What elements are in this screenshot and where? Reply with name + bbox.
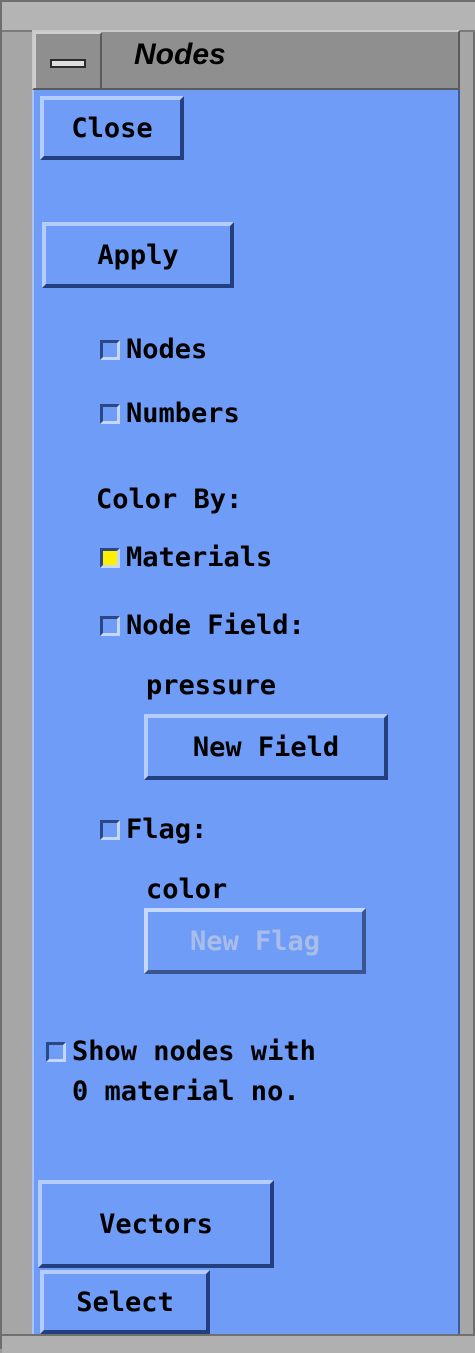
new-field-button[interactable]: New Field: [144, 714, 388, 780]
window-frame-bottom[interactable]: [2, 1334, 475, 1353]
materials-toggle-label: Materials: [126, 542, 273, 573]
window-menu-icon: [50, 59, 86, 68]
new-flag-button[interactable]: New Flag: [144, 908, 366, 974]
materials-toggle[interactable]: Materials: [100, 542, 272, 573]
node-field-value: pressure: [146, 670, 277, 701]
close-button[interactable]: Close: [40, 96, 184, 160]
window-frame: Nodes Close Apply Nodes Numbers Color By…: [0, 0, 475, 1353]
window-title: Nodes: [134, 38, 226, 71]
node-field-checkbox[interactable]: [100, 615, 120, 636]
node-field-toggle-label: Node Field:: [126, 610, 305, 641]
nodes-toggle-label: Nodes: [126, 334, 208, 365]
flag-toggle-label: Flag:: [126, 814, 208, 845]
show-zero-material-label-line1: Show nodes with: [72, 1036, 316, 1067]
show-zero-material-label-line2: 0 material no.: [72, 1076, 300, 1107]
materials-checkbox[interactable]: [100, 547, 120, 568]
flag-checkbox[interactable]: [100, 819, 120, 840]
show-zero-material-toggle[interactable]: Show nodes with: [46, 1036, 316, 1067]
node-field-toggle[interactable]: Node Field:: [100, 610, 305, 641]
window-menu-button[interactable]: [34, 32, 102, 88]
numbers-checkbox[interactable]: [100, 403, 120, 424]
numbers-toggle-label: Numbers: [126, 398, 240, 429]
flag-toggle[interactable]: Flag:: [100, 814, 207, 845]
color-by-label: Color By:: [96, 484, 243, 515]
select-button[interactable]: Select: [40, 1270, 210, 1334]
nodes-checkbox[interactable]: [100, 339, 120, 360]
window-frame-top[interactable]: [2, 2, 475, 32]
apply-button[interactable]: Apply: [42, 222, 234, 288]
show-zero-material-checkbox[interactable]: [46, 1041, 66, 1062]
numbers-toggle[interactable]: Numbers: [100, 398, 240, 429]
title-bar[interactable]: Nodes: [32, 30, 460, 90]
nodes-toggle[interactable]: Nodes: [100, 334, 207, 365]
vectors-button[interactable]: Vectors: [38, 1180, 274, 1268]
flag-value: color: [146, 874, 228, 905]
nodes-panel: Close Apply Nodes Numbers Color By: Mate…: [32, 90, 460, 1334]
